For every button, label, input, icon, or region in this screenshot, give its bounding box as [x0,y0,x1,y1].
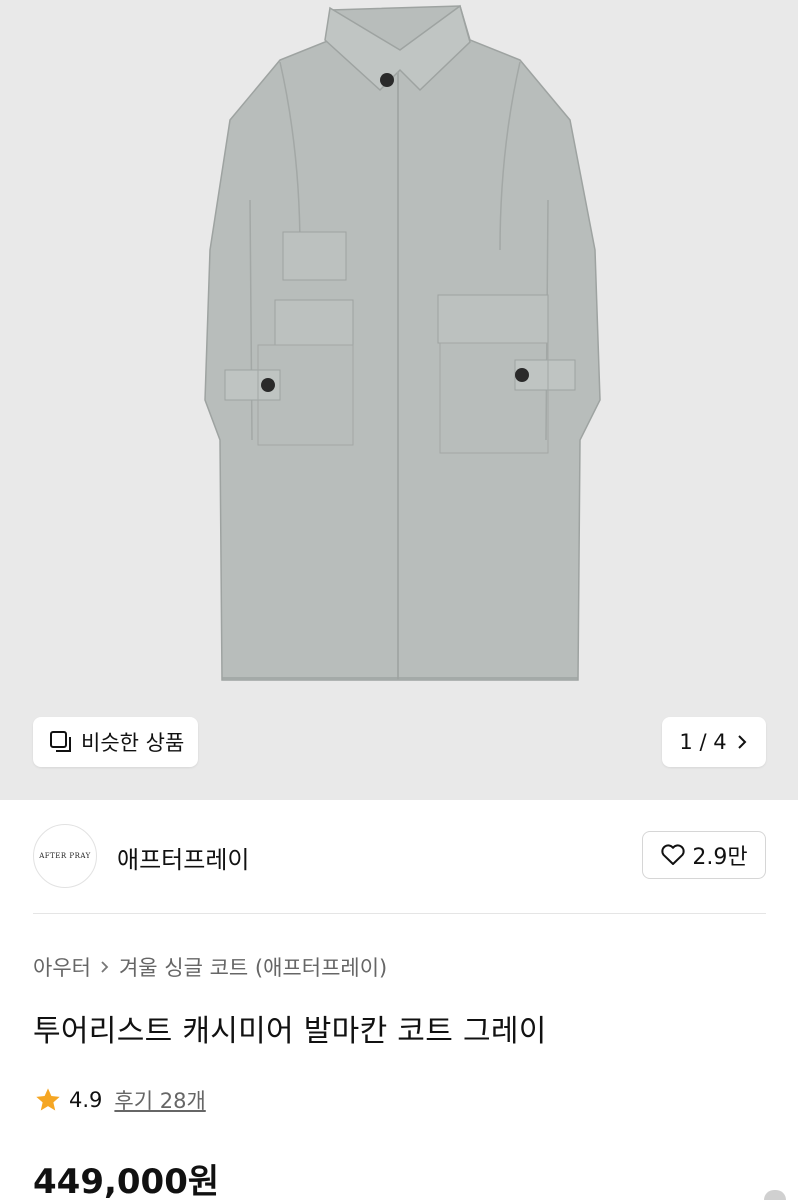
brand-logo[interactable]: AFTER PRAY [33,824,97,888]
image-pager-button[interactable]: 1 / 4 [662,717,766,767]
product-title: 투어리스트 캐시미어 발마칸 코트 그레이 [33,1014,547,1049]
product-image-gallery[interactable]: 비슷한 상품 1 / 4 [0,0,798,800]
product-price: 449,000원 [33,1162,220,1202]
breadcrumb-category[interactable]: 겨울 싱글 코트 (애프터프레이) [119,952,387,982]
similar-items-icon [50,731,71,752]
image-pager-count: 1 / 4 [679,730,727,754]
heart-icon [661,844,686,865]
brand-name-link[interactable]: 애프터프레이 [117,840,249,875]
similar-products-button[interactable]: 비슷한 상품 [33,717,199,767]
divider [33,913,766,914]
reviews-link[interactable]: 후기 28개 [114,1085,205,1115]
similar-products-label: 비슷한 상품 [81,731,185,755]
chevron-right-icon [101,961,109,973]
brand-logo-text: AFTER PRAY [39,852,91,860]
rating-value: 4.9 [69,1088,103,1112]
chevron-right-icon [737,735,746,749]
product-image-coat [204,4,601,681]
brand-like-count: 2.9만 [692,845,748,870]
floating-button-edge[interactable] [764,1190,786,1200]
breadcrumb: 아우터 겨울 싱글 코트 (애프터프레이) [33,952,387,982]
brand-row: AFTER PRAY 애프터프레이 2.9만 [33,824,766,890]
brand-like-button[interactable]: 2.9만 [642,831,766,879]
star-icon [36,1088,60,1111]
rating-row: 4.9 후기 28개 [33,1085,206,1115]
breadcrumb-root[interactable]: 아우터 [33,952,91,982]
